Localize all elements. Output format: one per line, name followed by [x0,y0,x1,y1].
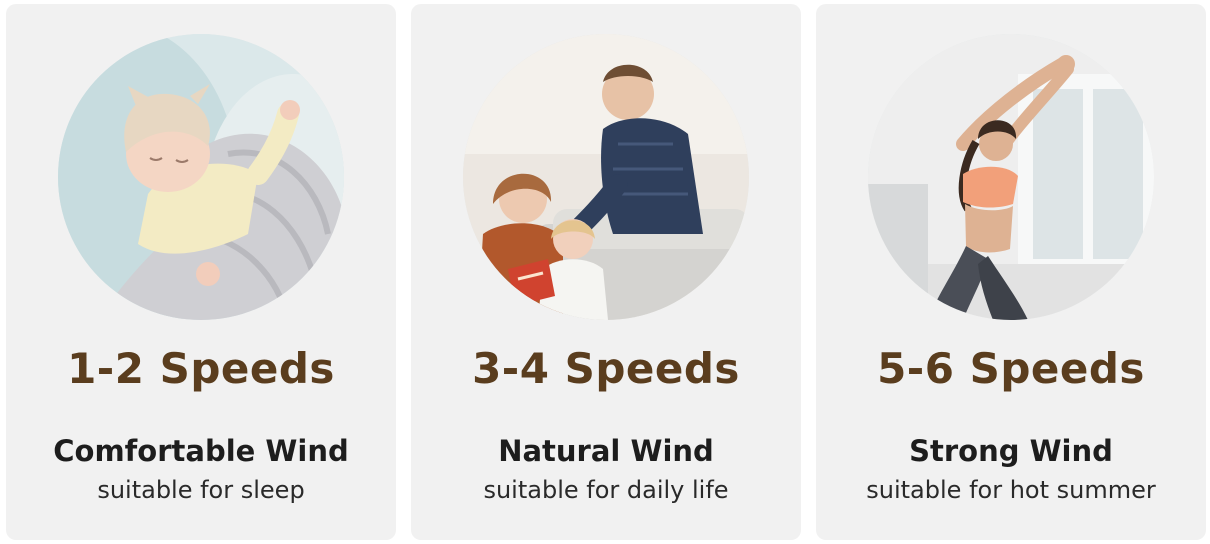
wind-mode-title: Comfortable Wind [53,434,349,468]
wind-mode-card-natural: 3-4 Speeds Natural Wind suitable for dai… [411,4,801,540]
wind-mode-description: suitable for daily life [483,476,729,504]
wind-mode-description: suitable for hot summer [866,476,1156,504]
family-reading-photo [463,34,749,320]
wind-mode-description: suitable for sleep [97,476,305,504]
wind-mode-title: Natural Wind [498,434,714,468]
woman-stretching-photo [868,34,1154,320]
wind-mode-card-comfortable: 1-2 Speeds Comfortable Wind suitable for… [6,4,396,540]
sleeping-baby-photo [58,34,344,320]
speed-range-label: 3-4 Speeds [472,344,740,393]
wind-mode-title: Strong Wind [909,434,1113,468]
wind-mode-cards: 1-2 Speeds Comfortable Wind suitable for… [6,4,1206,540]
speed-range-label: 5-6 Speeds [877,344,1145,393]
wind-mode-card-strong: 5-6 Speeds Strong Wind suitable for hot … [816,4,1206,540]
speed-range-label: 1-2 Speeds [67,344,335,393]
